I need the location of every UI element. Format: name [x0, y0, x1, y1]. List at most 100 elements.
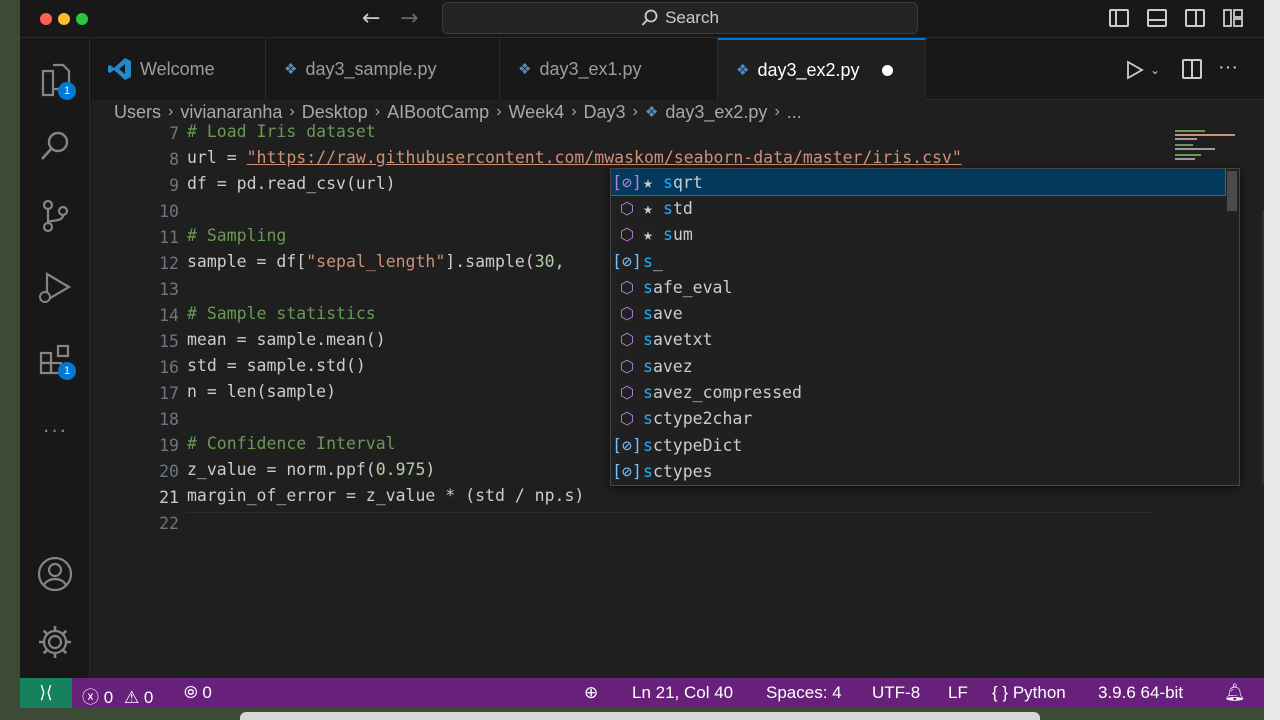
- run-python-file-button[interactable]: ⌄: [1126, 60, 1160, 80]
- tab-day3-ex1[interactable]: ❖ day3_ex1.py: [500, 38, 718, 100]
- tab-day3-ex2[interactable]: ❖ day3_ex2.py: [718, 38, 926, 100]
- explorer-badge: 1: [58, 82, 76, 100]
- suggestion-label: um: [672, 225, 693, 245]
- breadcrumb-item[interactable]: AIBootCamp: [387, 102, 489, 123]
- suggestion-label: avetxt: [652, 330, 713, 350]
- line-number-current: 21: [159, 488, 179, 507]
- suggestion-item[interactable]: [⊘] s _: [611, 248, 1225, 274]
- search-icon: [41, 131, 69, 160]
- star-icon: ★: [643, 198, 653, 218]
- zoom-icon[interactable]: ⊕: [584, 683, 598, 703]
- encoding[interactable]: UTF-8: [872, 683, 920, 703]
- code-token: sample = df[: [187, 252, 307, 271]
- star-icon: ★: [643, 172, 653, 192]
- toggle-secondary-sidebar-icon[interactable]: [1185, 9, 1205, 27]
- breadcrumb-item[interactable]: day3_ex2.py: [665, 102, 767, 123]
- minimap[interactable]: [1175, 128, 1245, 168]
- breadcrumb-item[interactable]: vivianaranha: [180, 102, 282, 123]
- suggestion-item[interactable]: ⬡ s afe_eval: [611, 274, 1225, 300]
- suggestion-item[interactable]: ⬡ s avez: [611, 353, 1225, 379]
- title-bar: ← → Search: [20, 0, 1264, 38]
- code-line: z_value = norm.ppf(0.975): [187, 460, 435, 479]
- code-line: # Sample statistics: [187, 304, 376, 323]
- python-interpreter[interactable]: 3.9.6 64-bit: [1098, 683, 1183, 703]
- window-close-button[interactable]: [40, 13, 52, 25]
- suggestion-label: ave: [652, 304, 683, 324]
- cursor-position[interactable]: Ln 21, Col 40: [632, 683, 733, 703]
- suggestion-item[interactable]: ⬡ ★ s td: [611, 195, 1225, 221]
- suggestion-match: s: [643, 330, 653, 350]
- cube-icon: ⬡: [619, 198, 635, 218]
- manage-button[interactable]: [20, 614, 90, 670]
- suggestions-scrollbar[interactable]: [1227, 171, 1237, 211]
- unsaved-dot-icon[interactable]: [881, 64, 893, 76]
- language-mode[interactable]: { } Python: [992, 683, 1066, 703]
- command-center-search[interactable]: Search: [442, 2, 918, 34]
- breadcrumb-item[interactable]: Week4: [509, 102, 565, 123]
- notifications-bell-icon[interactable]: 🔔︎: [1224, 683, 1246, 703]
- split-editor-icon[interactable]: [1182, 59, 1202, 79]
- suggestion-item[interactable]: ⬡ s avetxt: [611, 327, 1225, 353]
- breadcrumb-item[interactable]: Desktop: [302, 102, 368, 123]
- accounts-button[interactable]: [20, 546, 90, 602]
- source-control-button[interactable]: [20, 188, 90, 244]
- back-arrow-icon[interactable]: ←: [362, 6, 380, 31]
- source-control-icon: [42, 199, 69, 233]
- vscode-icon: [108, 58, 131, 80]
- toggle-panel-icon[interactable]: [1147, 9, 1167, 27]
- suggestion-match: s: [643, 304, 653, 324]
- line-ending[interactable]: LF: [948, 683, 968, 703]
- code-number: 0.975: [375, 460, 426, 479]
- suggestion-label: ctypeDict: [652, 435, 743, 455]
- forward-arrow-icon[interactable]: →: [400, 6, 418, 31]
- python-icon: ❖: [644, 104, 659, 121]
- remote-indicator-button[interactable]: ⟩⟨: [20, 678, 72, 708]
- autocomplete-suggestions[interactable]: [⊘] ★ s qrt ⬡ ★ s td ⬡ ★ s um [⊘] s _ ⬡ s afe_eval ⬡ s…: [610, 168, 1240, 486]
- warning-count: 0: [143, 688, 154, 707]
- suggestion-item[interactable]: ⬡ s ave: [611, 301, 1225, 327]
- problems-indicator[interactable]: ⓧ 0 ⚠ 0: [82, 683, 153, 708]
- extensions-badge: 1: [58, 362, 76, 380]
- indentation[interactable]: Spaces: 4: [766, 683, 842, 703]
- suggestion-label: _: [652, 251, 663, 271]
- suggestion-match: s: [643, 435, 653, 455]
- toggle-primary-sidebar-icon[interactable]: [1109, 9, 1129, 27]
- suggestion-item[interactable]: ⬡ ★ s um: [611, 222, 1225, 248]
- search-view-button[interactable]: [20, 118, 90, 174]
- suggestion-item[interactable]: ⬡ s ctype2char: [611, 406, 1225, 432]
- language-label: Python: [1012, 683, 1066, 702]
- more-actions-icon[interactable]: ···: [1218, 56, 1238, 79]
- suggestion-item[interactable]: [⊘] ★ s qrt: [611, 169, 1226, 197]
- suggestion-match: s: [663, 198, 673, 218]
- code-line: n = len(sample): [187, 382, 337, 401]
- window-minimize-button[interactable]: [58, 13, 70, 25]
- error-count: 0: [103, 688, 114, 707]
- more-views-icon[interactable]: ···: [20, 402, 90, 458]
- python-icon: ❖: [518, 61, 532, 78]
- tab-day3-sample[interactable]: ❖ day3_sample.py: [266, 38, 500, 100]
- explorer-button[interactable]: 1: [20, 52, 90, 108]
- background-window-edge: [1264, 0, 1280, 720]
- extensions-button[interactable]: 1: [20, 332, 90, 388]
- window-maximize-button[interactable]: [76, 13, 88, 25]
- suggestion-item[interactable]: [⊘] s ctypes: [611, 458, 1225, 484]
- breadcrumb-item[interactable]: Users: [114, 102, 161, 123]
- line-number: 11: [159, 228, 179, 247]
- cube-icon: ⬡: [619, 304, 635, 324]
- ports-indicator[interactable]: ⦾ 0: [184, 683, 212, 703]
- breadcrumb-item[interactable]: ...: [787, 102, 802, 123]
- code-string-url[interactable]: "https://raw.githubusercontent.com/mwask…: [247, 148, 962, 167]
- chevron-right-icon: ›: [571, 103, 577, 120]
- customize-layout-icon[interactable]: [1223, 9, 1243, 27]
- breadcrumb-item[interactable]: Day3: [584, 102, 626, 123]
- chevron-down-icon[interactable]: ⌄: [1150, 63, 1160, 77]
- run-and-debug-button[interactable]: [20, 260, 90, 316]
- tab-welcome[interactable]: Welcome: [90, 38, 266, 100]
- suggestion-item[interactable]: ⬡ s avez_compressed: [611, 379, 1225, 405]
- editor-tabs: Welcome ❖ day3_sample.py ❖ day3_ex1.py ❖…: [90, 38, 1264, 100]
- line-number: 19: [159, 436, 179, 455]
- suggestion-match: s: [663, 172, 673, 192]
- variable-icon: [⊘]: [612, 251, 642, 271]
- suggestion-item[interactable]: [⊘] s ctypeDict: [611, 432, 1225, 458]
- search-label: Search: [665, 8, 719, 27]
